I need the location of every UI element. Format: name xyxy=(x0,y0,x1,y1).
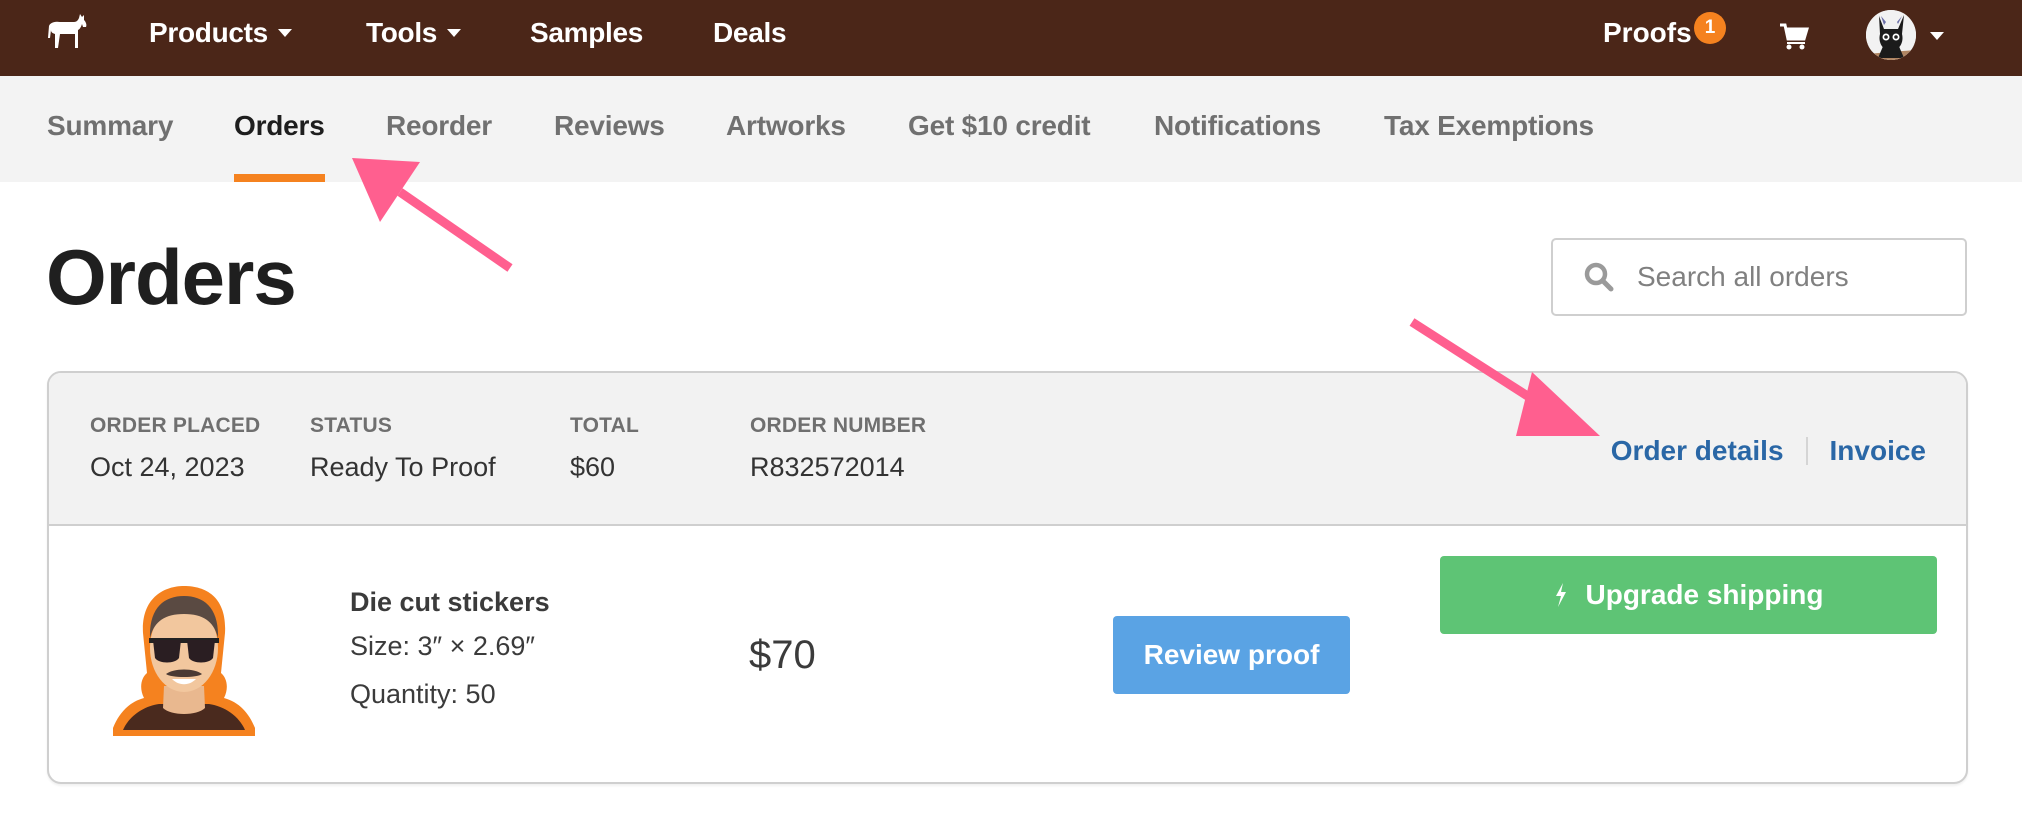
nav-tools-label: Tools xyxy=(366,17,438,48)
upgrade-shipping-label: Upgrade shipping xyxy=(1585,579,1824,610)
nav-products-label: Products xyxy=(149,17,268,48)
search-orders-input[interactable] xyxy=(1637,261,1957,293)
nav-proofs[interactable]: Proofs xyxy=(1603,17,1692,49)
tab-notifications[interactable]: Notifications xyxy=(1154,110,1321,142)
product-name[interactable]: Die cut stickers xyxy=(350,587,550,618)
product-size: Size: 3″ × 2.69″ xyxy=(350,631,535,661)
product-quantity: Quantity: 50 xyxy=(350,679,496,709)
order-total-value: $60 xyxy=(570,452,616,482)
nav-samples-label: Samples xyxy=(530,17,644,48)
account-menu-chevron-icon[interactable] xyxy=(1930,32,1944,40)
user-avatar[interactable] xyxy=(1866,10,1916,60)
order-total-label: TOTAL xyxy=(570,414,640,437)
order-placed-label: ORDER PLACED xyxy=(90,414,261,437)
chevron-down-icon xyxy=(447,29,462,37)
nav-samples[interactable]: Samples xyxy=(530,17,643,49)
tab-orders[interactable]: Orders xyxy=(234,110,325,142)
nav-products[interactable]: Products xyxy=(149,17,292,49)
tab-reorder[interactable]: Reorder xyxy=(386,110,492,142)
order-number: ORDER NUMBER R832572014 xyxy=(750,414,926,483)
order-links: Order details Invoice xyxy=(1611,435,1926,467)
order-card: ORDER PLACED Oct 24, 2023 STATUS Ready T… xyxy=(47,371,1968,784)
proofs-count-badge: 1 xyxy=(1694,12,1726,44)
order-card-header: ORDER PLACED Oct 24, 2023 STATUS Ready T… xyxy=(49,373,1966,526)
search-icon xyxy=(1584,262,1614,292)
lightning-bolt-icon xyxy=(1555,583,1566,607)
tab-get-credit[interactable]: Get $10 credit xyxy=(908,110,1091,142)
order-status: STATUS Ready To Proof xyxy=(310,414,496,483)
order-total: TOTAL $60 xyxy=(570,414,639,483)
order-placed-value: Oct 24, 2023 xyxy=(90,452,245,482)
review-proof-button[interactable]: Review proof xyxy=(1113,616,1350,694)
invoice-link[interactable]: Invoice xyxy=(1830,435,1926,467)
cart-icon[interactable] xyxy=(1779,22,1809,50)
search-orders-box[interactable] xyxy=(1551,238,1967,316)
chevron-down-icon xyxy=(277,29,292,37)
order-placed: ORDER PLACED Oct 24, 2023 xyxy=(90,414,260,483)
black-cat-avatar-icon xyxy=(1866,10,1916,60)
order-details-link[interactable]: Order details xyxy=(1611,435,1784,467)
tab-artworks[interactable]: Artworks xyxy=(726,110,846,142)
order-number-value: R832572014 xyxy=(750,452,905,482)
order-number-label: ORDER NUMBER xyxy=(750,414,927,437)
tab-reviews[interactable]: Reviews xyxy=(554,110,665,142)
tab-tax-exemptions[interactable]: Tax Exemptions xyxy=(1384,110,1594,142)
nav-deals-label: Deals xyxy=(713,17,787,48)
order-status-value: Ready To Proof xyxy=(310,452,496,482)
nav-deals[interactable]: Deals xyxy=(713,17,787,49)
account-tabs: Summary Orders Reorder Reviews Artworks … xyxy=(0,76,2022,182)
tab-summary[interactable]: Summary xyxy=(47,110,173,142)
order-status-label: STATUS xyxy=(310,414,393,437)
top-navigation-bar: Products Tools Samples Deals Proofs 1 xyxy=(0,0,2022,76)
nav-tools[interactable]: Tools xyxy=(366,17,462,49)
upgrade-shipping-button[interactable]: Upgrade shipping xyxy=(1440,556,1937,634)
active-tab-indicator xyxy=(234,174,325,182)
link-divider xyxy=(1805,437,1808,465)
horse-logo-icon[interactable] xyxy=(44,12,90,52)
page-title: Orders xyxy=(46,233,297,321)
sticker-thumbnail-image[interactable] xyxy=(109,578,259,738)
item-price: $70 xyxy=(749,633,816,677)
